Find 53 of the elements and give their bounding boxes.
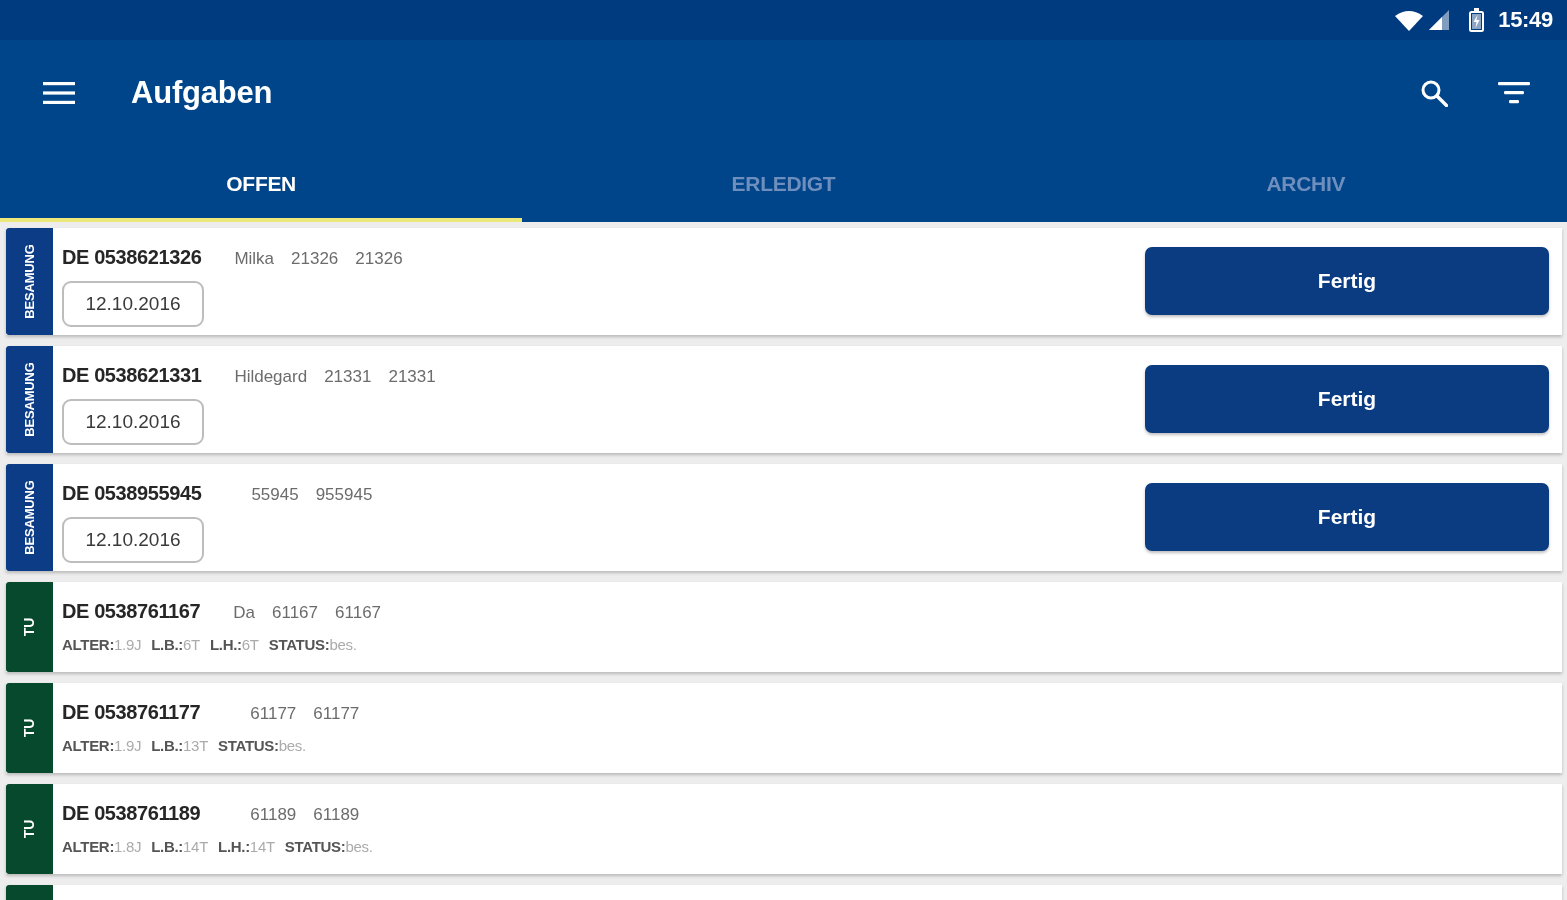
filter-icon[interactable] [1498,81,1530,104]
screen-title: Aufgaben [131,74,273,111]
date-field[interactable]: 12.10.2016 [62,399,204,445]
animal-number: 21331 [324,367,372,387]
done-button[interactable]: Fertig [1145,247,1549,315]
animal-number: 21326 [291,249,339,269]
date-field[interactable]: 12.10.2016 [62,281,204,327]
category-label: BESAMUNG [22,480,37,555]
animal-name: Hildegard [234,367,308,387]
category-label: TU [21,819,38,839]
animal-number: 61177 [313,704,360,724]
detail-text: STATUS:bes. [218,737,306,754]
detail-text: L.B.:6T [151,636,200,653]
animal-number: 21326 [355,249,403,269]
menu-icon[interactable] [43,80,75,105]
animal-number: 61189 [250,805,297,825]
animal-number: 61189 [313,805,360,825]
detail-text: ALTER:1.8J [62,838,142,855]
animal-id: DE 0538621326 [62,246,202,269]
animal-id: DE 0538621331 [62,364,202,387]
animal-name: Da [233,603,255,623]
signal-icon [1429,10,1450,30]
animal-id: DE 0538761189 [62,802,201,825]
status-time: 15:49 [1498,7,1553,33]
category-label: TU [21,617,38,637]
animal-id: DE 0538955945 [62,482,202,505]
animal-number: 61167 [335,603,382,623]
detail-text: L.H.:14T [218,838,275,855]
animal-number: 21331 [388,367,436,387]
detail-text: L.B.:13T [151,737,208,754]
detail-text: ALTER:1.9J [62,737,142,754]
done-button[interactable]: Fertig [1145,483,1549,551]
detail-text: ALTER:1.9J [62,636,142,653]
tab[interactable]: OFFEN [0,145,523,222]
detail-text: STATUS:bes. [268,636,357,653]
animal-number: 61167 [272,603,319,623]
detail-text: STATUS:bes. [284,838,373,855]
detail-text: L.B.:14T [151,838,208,855]
category-label: BESAMUNG [22,244,37,319]
animal-id: DE 0538761167 [62,600,201,623]
category-label: TU [21,718,38,738]
search-icon[interactable] [1420,78,1448,107]
animal-number: 955945 [315,485,373,505]
done-button[interactable]: Fertig [1145,365,1549,433]
animal-id: DE 0538761177 [62,701,201,724]
animal-name: Milka [234,249,275,269]
category-label: BESAMUNG [22,362,37,437]
battery-icon [1469,8,1485,32]
animal-number: 61177 [250,704,297,724]
detail-text: L.H.:6T [209,636,259,653]
date-field[interactable]: 12.10.2016 [62,517,204,563]
wifi-icon [1395,9,1424,31]
animal-number: 55945 [251,485,299,505]
